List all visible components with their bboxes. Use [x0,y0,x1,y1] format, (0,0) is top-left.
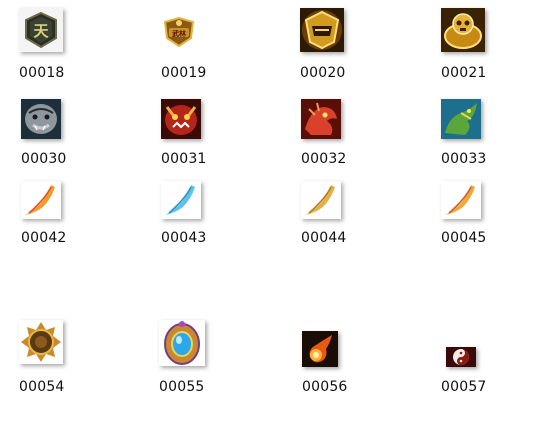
file-name: 00056 [302,379,348,395]
fireball-icon [302,331,338,367]
file-name: 00045 [441,230,487,246]
file-name: 00043 [161,230,207,246]
heaven-emblem-icon: 天 [19,8,63,52]
file-icon-grid: 天 00018 武林 00019 00020 00021 00030 00031… [0,0,534,438]
file-name: 00030 [21,151,67,167]
file-name: 00054 [19,379,65,395]
yin-yang-icon [446,347,476,367]
file-name: 00031 [161,151,207,167]
file-name: 00055 [159,379,205,395]
green-dragon-icon [441,99,481,139]
blue-feather-icon [161,181,201,219]
file-name: 00021 [441,65,487,81]
bronze-amulet-icon [19,320,63,364]
file-name: 00019 [161,65,207,81]
gold-shield-emblem-icon [300,8,344,52]
gold-feather-icon [301,181,341,219]
svg-text:天: 天 [33,22,49,40]
blue-gem-amulet-icon [159,320,205,366]
file-name: 00033 [441,151,487,167]
gold-skull-emblem-icon [441,8,485,52]
file-name: 00032 [301,151,347,167]
red-beast-face-icon [161,99,201,139]
svg-text:武林: 武林 [172,29,187,38]
red-dragon-icon [301,99,341,139]
amber-feather-icon [441,181,481,219]
orange-feather-icon [21,181,61,219]
grey-tiger-icon [21,99,61,139]
file-name: 00018 [19,65,65,81]
file-name: 00020 [300,65,346,81]
file-name: 00057 [441,379,487,395]
gold-crest-badge-icon: 武林 [161,16,197,48]
file-name: 00044 [301,230,347,246]
file-name: 00042 [21,230,67,246]
